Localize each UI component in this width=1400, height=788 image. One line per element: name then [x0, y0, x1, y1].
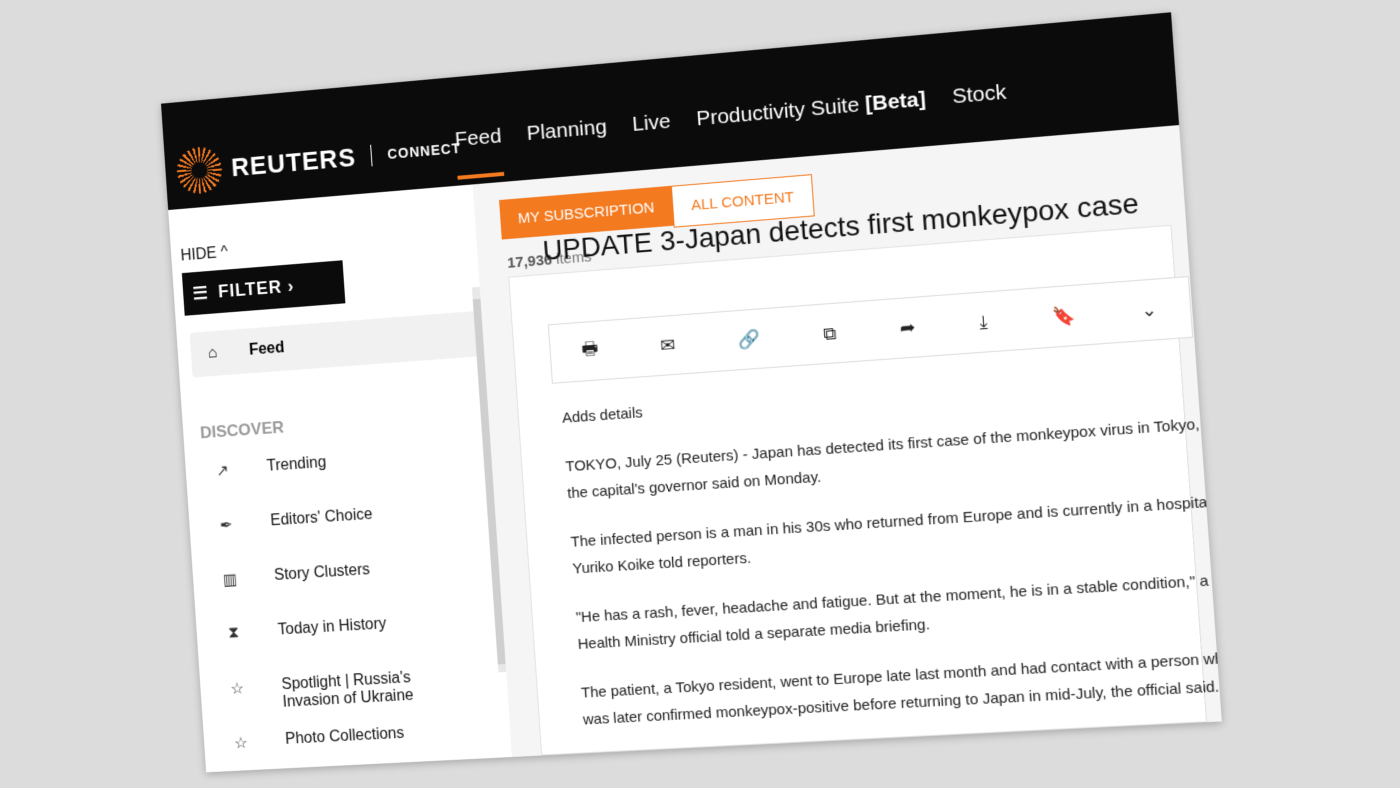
hide-sidebar-toggle[interactable]: HIDE ^ — [180, 244, 228, 265]
article-paragraph: The patient, a Tokyo resident, went to E… — [580, 644, 1222, 733]
reuters-logo[interactable]: REUTERS CONNECT — [175, 124, 462, 195]
filter-label: FILTER › — [217, 275, 295, 301]
nav-productivity-label: Productivity Suite — [696, 93, 861, 130]
copy-icon[interactable]: ⧉ — [822, 322, 836, 344]
download-icon[interactable]: ⤓ — [979, 311, 989, 333]
article-paragraph: The infected person is a man in his 30s … — [570, 488, 1222, 583]
discover-list: ↗ Trending ✒ Editors' Choice ▥ Story Clu… — [213, 448, 431, 772]
nav-feed[interactable]: Feed — [454, 125, 504, 180]
star-icon: ☆ — [228, 679, 246, 699]
reuters-connect-window: REUTERS CONNECT Feed Planning Live Produ… — [161, 12, 1222, 772]
sidebar-item-feed[interactable]: ⌂ Feed — [190, 310, 487, 377]
print-icon[interactable]: 🖶 — [581, 336, 600, 367]
nav-live[interactable]: Live — [632, 110, 674, 165]
article-paragraph: "He has a rash, fever, headache and fati… — [575, 566, 1222, 658]
mail-icon[interactable]: ✉ — [659, 334, 675, 356]
pen-nib-icon: ✒ — [217, 515, 235, 536]
home-icon: ⌂ — [207, 345, 217, 363]
books-icon: ▥ — [221, 570, 239, 590]
sliders-icon: ☰ — [192, 282, 209, 304]
logo-divider — [370, 145, 372, 167]
reuters-dot-logo-icon — [175, 145, 223, 195]
brand-name: REUTERS — [230, 142, 357, 183]
sidebar-item-spotlight[interactable]: ☆ Spotlight | Russia's Invasion of Ukrai… — [228, 669, 428, 734]
nav-planning[interactable]: Planning — [526, 115, 610, 173]
chevron-down-icon[interactable]: ⌄ — [1140, 299, 1157, 322]
filter-button[interactable]: ☰ FILTER › — [182, 260, 346, 315]
main-content: MY SUBSCRIPTION ALL CONTENT 17,936 items… — [473, 125, 1222, 757]
sidebar: HIDE ^ ☰ FILTER › ⌂ Feed DISCOVER ↗ Tren… — [168, 184, 513, 772]
article-body: Adds details TOKYO, July 25 (Reuters) - … — [561, 359, 1222, 755]
sidebar-item-label: Spotlight | Russia's Invasion of Ukraine — [281, 669, 427, 712]
trending-icon: ↗ — [213, 461, 231, 482]
share-icon[interactable]: ➦ — [899, 317, 916, 339]
beta-badge: [Beta] — [864, 87, 926, 115]
link-icon[interactable]: 🔗 — [737, 328, 761, 351]
brand-product: CONNECT — [387, 140, 462, 162]
sidebar-item-label: Feed — [249, 339, 285, 359]
nav-stock[interactable]: Stock — [951, 80, 1009, 137]
discover-heading: DISCOVER — [200, 418, 285, 443]
star-icon: ☆ — [232, 733, 250, 753]
hourglass-icon: ⧗ — [224, 624, 242, 642]
article-card: UPDATE 3-Japan detects first monkeypox c… — [508, 225, 1207, 756]
sidebar-item-label: Trending — [266, 454, 327, 476]
bookmark-icon[interactable]: 🔖 — [1052, 305, 1077, 328]
